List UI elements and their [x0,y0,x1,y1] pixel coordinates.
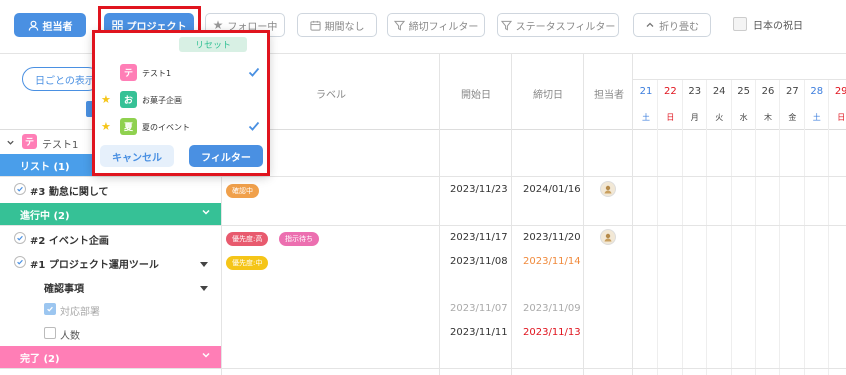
calendar-day-divider [755,80,756,375]
japan-holidays-checkbox[interactable] [733,17,747,31]
subitem-label: 対応部署 [60,307,100,318]
task-title[interactable]: #1 プロジェクト運用ツール [30,256,159,271]
deadline-filter-button[interactable]: 締切フィルター [387,13,485,37]
caret-down-icon[interactable] [200,258,208,271]
calendar-day: 26 [761,86,775,97]
group-done[interactable]: 完了 (2) [0,346,221,368]
collapse-label: 折り畳む [659,21,699,33]
calendar-weekday: 金 [788,113,797,122]
calendar-weekday: 日 [837,113,846,122]
task-title[interactable]: #3 勤怠に関して [30,183,109,198]
calendar-day: 28 [810,86,824,97]
assignee-filter-label: 担当者 [42,21,73,33]
column-divider [511,53,512,375]
calendar-weekday: 日 [666,113,675,122]
collapse-button[interactable]: 折り畳む [633,13,711,37]
task-checkbox[interactable] [14,183,26,195]
task-checkbox[interactable] [14,232,26,244]
calendar-icon [309,20,321,31]
daily-display-label: 日ごとの表示 [35,75,95,87]
calendar-day: 24 [712,86,726,97]
calendar-weekday: 土 [642,113,650,122]
user-icon [28,20,39,31]
group-in-progress[interactable]: 進行中 (2) [0,203,221,225]
japan-holidays-label: 日本の祝日 [753,21,803,32]
calendar-day-divider [828,80,830,375]
avatar[interactable] [600,229,616,245]
label-badge: 優先度:中 [226,256,269,270]
calendar-day: 21 [639,86,653,97]
due-date: 2023/11/13 [523,327,581,338]
due-date: 2023/11/09 [523,303,581,314]
group-list-label: リスト (1) [20,161,70,173]
assignee-filter-button[interactable]: 担当者 [14,13,86,37]
funnel-icon [393,20,405,31]
status-filter-label: ステータスフィルター [515,21,616,33]
label-badge: 指示待ち [279,232,319,246]
calendar-weekday: 土 [812,113,821,122]
avatar[interactable] [600,181,616,197]
assignee-column-header: 担当者 [594,90,624,101]
chevron-down-icon[interactable] [6,137,15,150]
column-divider [583,53,584,375]
calendar-weekday: 火 [715,113,724,122]
column-divider [632,53,633,375]
row-divider [0,368,846,369]
due-date-column-header: 締切日 [533,90,563,101]
calendar-month-divider [632,79,846,80]
daily-display-toggle[interactable]: 日ごとの表示 [22,67,100,91]
chevron-down-icon [201,350,211,363]
caret-down-icon[interactable] [200,282,208,295]
start-date: 2023/11/08 [450,256,508,267]
calendar-day: 25 [737,86,750,97]
start-date: 2023/11/17 [450,232,508,243]
label-badge: 優先度:高 [226,232,269,246]
calendar-day: 23 [688,86,702,97]
calendar-day-divider [657,80,659,375]
row-divider [0,176,846,177]
calendar-weekday: 水 [739,113,748,122]
calendar-day-divider [706,80,708,375]
label-column-header: ラベル [316,90,346,101]
project-group-name: テスト1 [42,140,79,151]
subitem-label: 人数 [60,331,80,342]
highlight-box-popup [92,30,270,176]
chevron-down-icon [201,207,211,220]
funnel-icon [500,20,512,31]
group-in-progress-label: 進行中 (2) [20,210,70,222]
calendar-day-divider [681,80,683,375]
due-date: 2023/11/20 [523,232,581,243]
group-done-label: 完了 (2) [20,353,60,365]
calendar-weekday: 月 [690,113,699,122]
chevron-up-icon [645,20,655,30]
calendar-day: 29 [834,86,846,97]
start-date: 2023/11/23 [450,184,508,195]
calendar-weekday: 木 [764,113,772,122]
column-divider [439,53,440,375]
start-date: 2023/11/07 [450,303,508,314]
project-icon: テ [22,134,37,149]
task-title[interactable]: #2 イベント企画 [30,232,109,247]
calendar-day-divider [803,80,805,375]
no-period-button[interactable]: 期間なし [297,13,377,37]
task-checkbox[interactable] [14,256,26,268]
calendar-day-divider [779,80,781,375]
deadline-filter-label: 締切フィルター [408,21,479,33]
calendar-day-divider [730,80,732,375]
no-period-label: 期間なし [324,21,365,33]
subitem-header[interactable]: 確認事項 [44,280,84,295]
start-date-column-header: 開始日 [461,90,491,101]
status-filter-button[interactable]: ステータスフィルター [497,13,619,37]
subitem-checkbox[interactable] [44,327,56,339]
calendar-day: 27 [786,86,799,97]
due-date: 2024/01/16 [523,184,581,195]
due-date: 2023/11/14 [523,256,581,267]
start-date: 2023/11/11 [450,327,508,338]
row-divider [0,225,846,226]
label-badge: 確認中 [226,184,259,198]
subitem-checkbox[interactable] [44,303,56,315]
calendar-day: 22 [664,86,677,97]
